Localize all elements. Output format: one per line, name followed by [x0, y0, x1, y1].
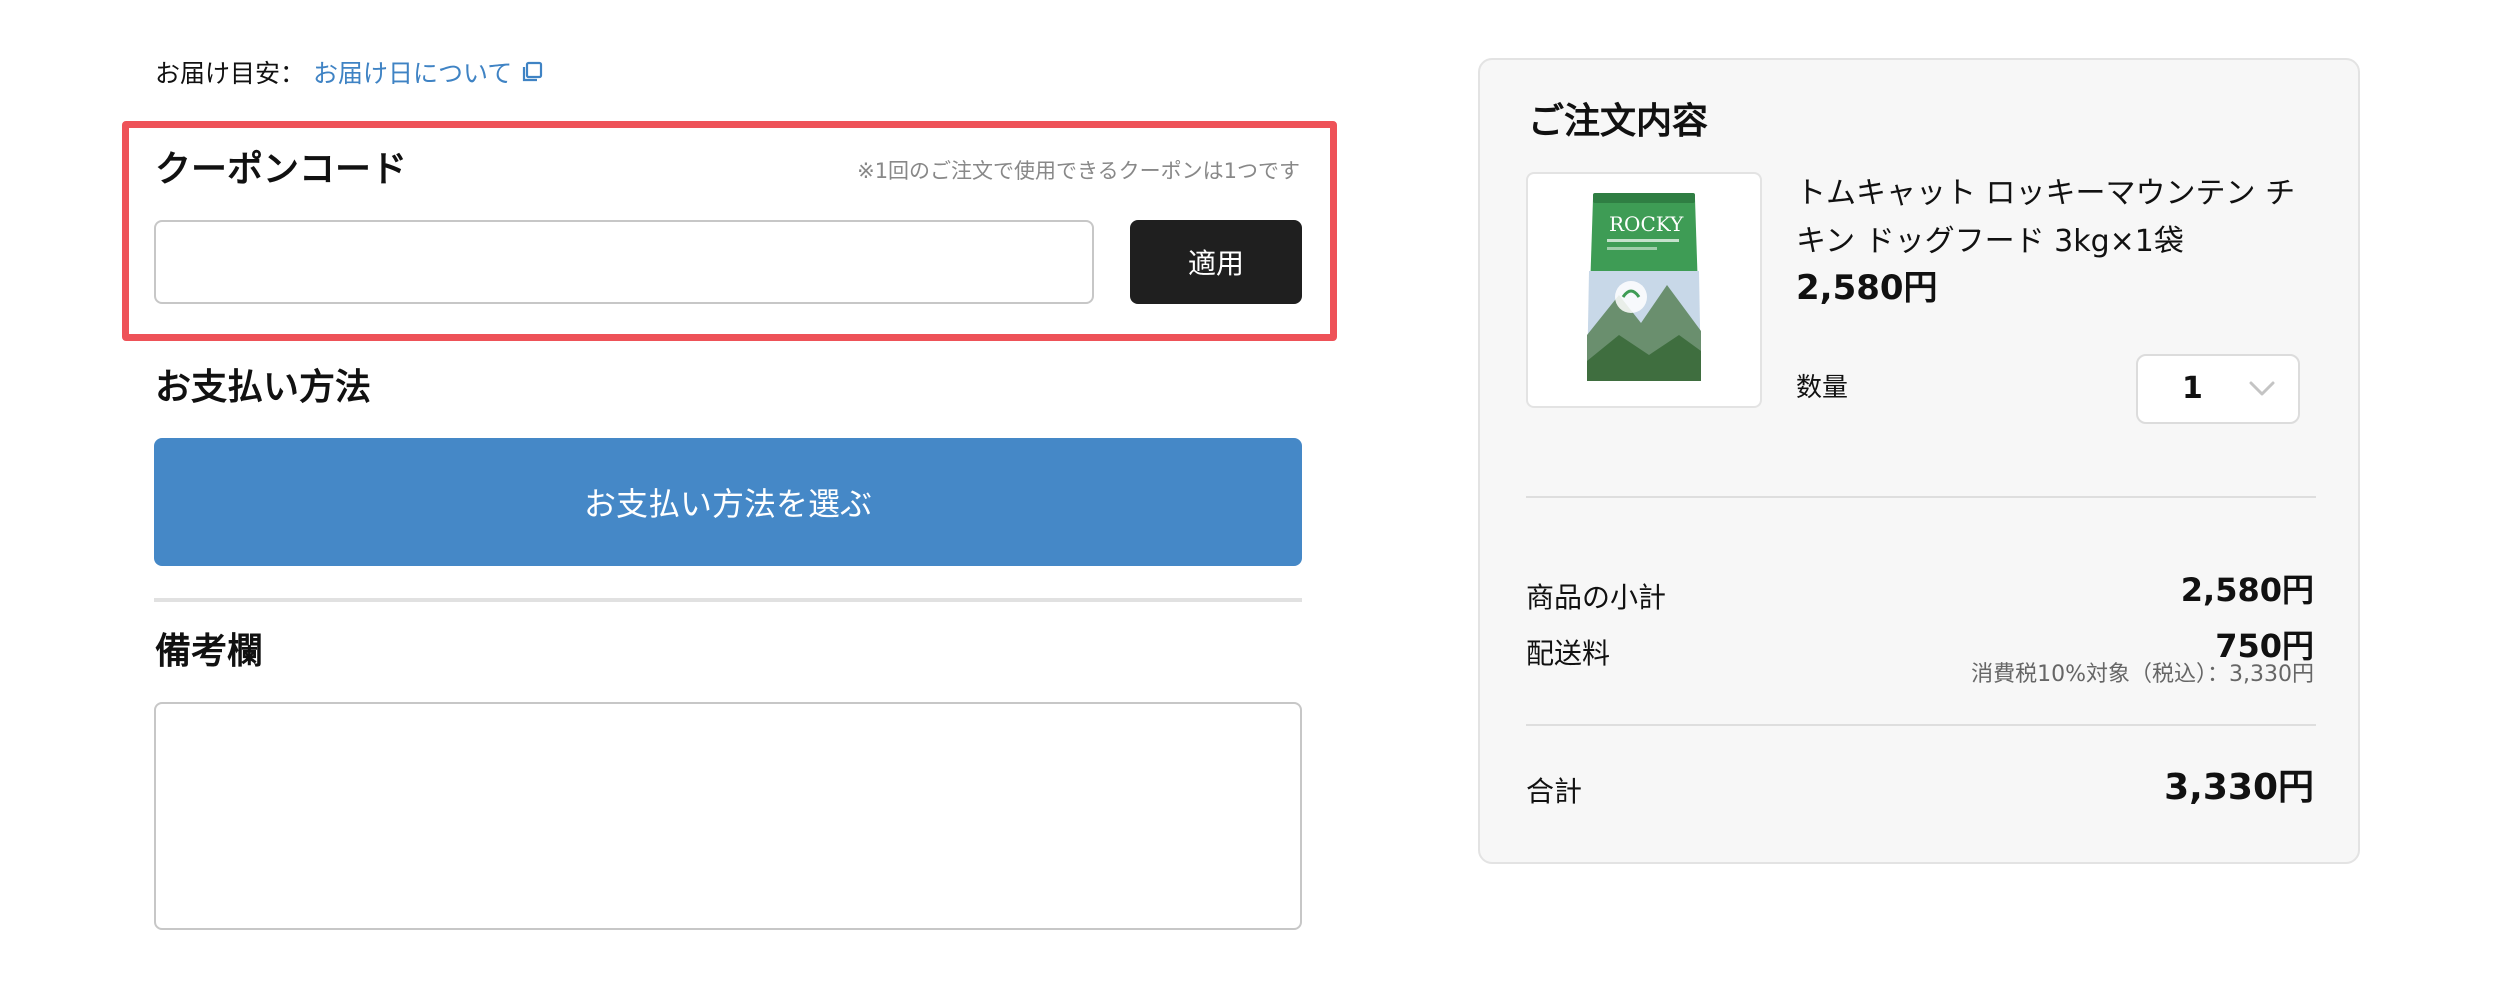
- notes-textarea[interactable]: [154, 702, 1302, 930]
- quantity-label: 数量: [1796, 373, 1849, 403]
- subtotal-label: 商品の小計: [1526, 581, 1667, 614]
- coupon-section-title: クーポンコード: [155, 149, 408, 190]
- select-payment-method-button[interactable]: お支払い方法を選ぶ: [154, 438, 1302, 566]
- apply-coupon-button[interactable]: 適用: [1130, 220, 1302, 304]
- coupon-usage-note: ※1回のご注文で使用できるクーポンは1つです: [857, 159, 1300, 183]
- product-price: 2,580円: [1796, 268, 1938, 308]
- delivery-estimate-row: お届け目安： お届け日について: [155, 52, 544, 92]
- product-image: ROCKY: [1526, 172, 1762, 408]
- delivery-estimate-label: お届け目安：: [155, 59, 306, 88]
- tax-note: 消費税10%対象（税込）：3,330円: [1971, 662, 2314, 687]
- delivery-date-info-link[interactable]: お届け日について: [313, 54, 544, 90]
- subtotal-value: 2,580円: [2180, 571, 2314, 609]
- checkout-page: お届け目安： お届け日について クーポンコード ※1回のご注文で使用できるクーポ…: [0, 0, 2500, 1000]
- order-summary-title: ご注文内容: [1528, 101, 1709, 142]
- product-image-brand: ROCKY: [1609, 212, 1684, 236]
- quantity-value: 1: [2182, 371, 2203, 406]
- chevron-down-icon: [2249, 381, 2275, 396]
- order-summary-card: ご注文内容 ROCKY トムキャット ロッキーマウンテン チキン ドッグフード …: [1478, 58, 2360, 864]
- total-label: 合計: [1526, 775, 1583, 808]
- total-value: 3,330円: [2164, 767, 2314, 808]
- shipping-label: 配送料: [1526, 637, 1611, 670]
- external-window-icon: [523, 61, 543, 82]
- summary-divider: [1526, 496, 2316, 498]
- total-divider: [1526, 724, 2316, 726]
- section-divider: [154, 598, 1302, 602]
- payment-method-title: お支払い方法: [155, 367, 372, 408]
- dog-food-bag-image: ROCKY: [1587, 193, 1701, 381]
- quantity-select[interactable]: 1: [2136, 354, 2300, 424]
- coupon-code-input[interactable]: [154, 220, 1094, 304]
- delivery-date-info-link-text: お届け日について: [313, 59, 513, 88]
- product-name: トムキャット ロッキーマウンテン チキン ドッグフード 3kg×1袋: [1796, 176, 2296, 259]
- notes-title: 備考欄: [155, 631, 264, 672]
